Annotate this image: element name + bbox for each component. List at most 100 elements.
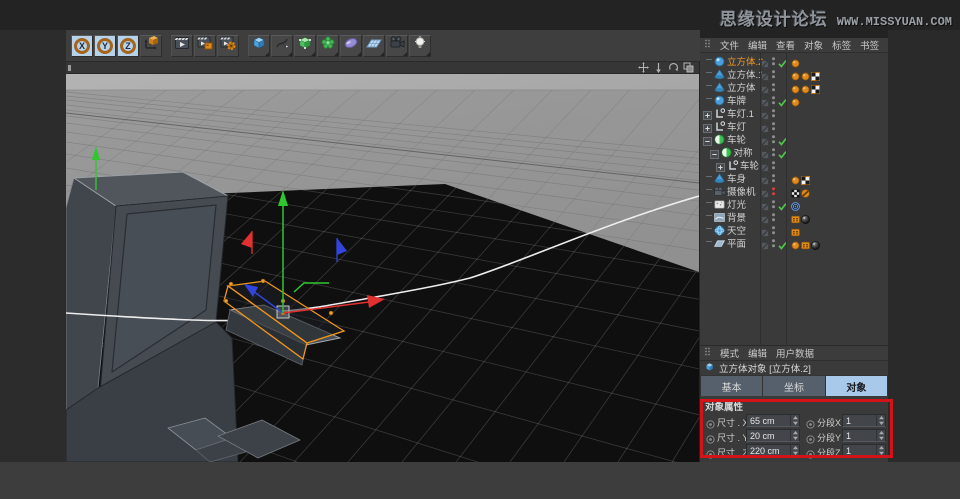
- object-manager: 文件 编辑 查看 对象 标签 书签 立方体.2 立方体.1 立方体 车牌 车灯.1 车灯 车轮 对称 车轮…: [700, 38, 888, 345]
- watermark: 思缘设计论坛 WWW.MISSYUAN.COM: [720, 5, 952, 30]
- menu-item[interactable]: 标签: [832, 38, 851, 52]
- tree-tick: [706, 228, 712, 229]
- tab-object-active[interactable]: 对象: [825, 376, 887, 396]
- add-environment-button[interactable]: [340, 34, 362, 57]
- tab-inactive[interactable]: 基本: [701, 376, 763, 396]
- add-spline-icon: [274, 35, 290, 56]
- grip-icon[interactable]: [704, 347, 711, 359]
- menu-item[interactable]: 对象: [804, 38, 823, 52]
- object-row[interactable]: 灯光: [700, 196, 888, 211]
- compositing-tag-icon[interactable]: [801, 237, 810, 255]
- tree-tick: [706, 72, 712, 73]
- x-axis-lock-icon: X: [74, 37, 90, 54]
- object-row[interactable]: 立方体.1: [700, 66, 888, 81]
- object-row[interactable]: 车牌: [700, 92, 888, 107]
- highlight-annotation: [700, 399, 893, 458]
- plane-object-icon: [713, 236, 726, 254]
- left-panel-strip: [0, 30, 66, 462]
- object-row[interactable]: 平面: [700, 235, 888, 250]
- tab-inactive[interactable]: 坐标: [763, 376, 825, 396]
- add-environment-icon: [343, 35, 359, 56]
- render-to-picture-viewer-icon: [197, 35, 213, 56]
- object-row[interactable]: 立方体: [700, 79, 888, 94]
- add-generator-button[interactable]: [294, 34, 316, 57]
- viewport[interactable]: [66, 62, 699, 462]
- add-cube-icon: [251, 35, 267, 56]
- object-row[interactable]: 车身: [700, 170, 888, 185]
- material-tag-icon[interactable]: [811, 237, 820, 255]
- attribute-tabs: 基本 坐标 对象: [700, 375, 888, 396]
- column-divider: [786, 52, 787, 344]
- cinema4d-window: 思缘设计论坛 WWW.MISSYUAN.COM XYZ 文件 编辑 查看 对象 …: [0, 0, 960, 499]
- object-row[interactable]: 背景: [700, 209, 888, 224]
- add-light-icon: [412, 35, 428, 56]
- add-spline-button[interactable]: [271, 34, 293, 57]
- attribute-title: 立方体对象 [立方体.2]: [719, 364, 811, 375]
- menu-item[interactable]: 查看: [776, 38, 795, 52]
- menu-item[interactable]: 模式: [720, 346, 739, 360]
- object-row[interactable]: 对称: [700, 144, 888, 159]
- dolly-view-control-icon[interactable]: [652, 62, 665, 73]
- object-row[interactable]: 车灯: [700, 118, 888, 133]
- object-list: 立方体.2 立方体.1 立方体 车牌 车灯.1 车灯 车轮 对称 车轮 车身 摄像机 灯光 背景 天空 平面: [700, 53, 888, 250]
- cube-object-icon: [704, 361, 715, 375]
- edit-render-settings-icon: [220, 35, 236, 56]
- layer-box-icon[interactable]: [761, 237, 769, 255]
- add-floor-button[interactable]: [363, 34, 385, 57]
- add-deformer-icon: [320, 35, 336, 56]
- add-camera-icon: [389, 35, 405, 56]
- y-axis-lock-button[interactable]: Y: [94, 34, 116, 57]
- menu-item[interactable]: 用户数据: [776, 346, 814, 360]
- add-camera-button[interactable]: [386, 34, 408, 57]
- tree-tick: [706, 85, 712, 86]
- render-to-picture-viewer-button[interactable]: [194, 34, 216, 57]
- viewport-header: [66, 62, 699, 74]
- menu-item[interactable]: 文件: [720, 38, 739, 52]
- pan-view-control-icon[interactable]: [637, 62, 650, 73]
- tree-tick: [706, 189, 712, 190]
- render-view-button[interactable]: [171, 34, 193, 57]
- object-row[interactable]: 车轮: [700, 157, 888, 172]
- object-row[interactable]: 立方体.2: [700, 53, 888, 68]
- toggle-views-view-control-icon[interactable]: [682, 62, 695, 73]
- attribute-manager-menubar: 模式 编辑 用户数据: [700, 346, 888, 361]
- toolbar: XYZ: [66, 30, 700, 62]
- coordinate-system-button[interactable]: [140, 34, 162, 57]
- object-row[interactable]: 天空: [700, 222, 888, 237]
- object-row[interactable]: 车灯.1: [700, 105, 888, 120]
- edit-render-settings-button[interactable]: [217, 34, 239, 57]
- column-divider: [760, 52, 761, 344]
- add-floor-icon: [366, 35, 382, 56]
- viewport-menu-indicator: [68, 65, 71, 71]
- x-axis-lock-button[interactable]: X: [71, 34, 93, 57]
- watermark-site-name: 思缘设计论坛: [719, 10, 828, 29]
- object-manager-menubar: 文件 编辑 查看 对象 标签 书签: [700, 38, 888, 53]
- menu-item[interactable]: 编辑: [748, 346, 767, 360]
- render-view-icon: [174, 35, 190, 56]
- tree-tick: [706, 59, 712, 60]
- object-row[interactable]: 摄像机: [700, 183, 888, 198]
- tree-tick: [706, 176, 712, 177]
- menu-item[interactable]: 书签: [860, 38, 879, 52]
- coordinate-system-icon: [143, 35, 159, 56]
- attribute-title-row: 立方体对象 [立方体.2]: [700, 361, 888, 375]
- z-axis-lock-icon: Z: [120, 37, 136, 54]
- tree-tick: [706, 202, 712, 203]
- y-axis-lock-icon: Y: [97, 37, 113, 54]
- bottom-strip: [0, 462, 960, 499]
- right-margin-area: [888, 30, 960, 462]
- rotate-view-control-icon[interactable]: [667, 62, 680, 73]
- add-deformer-button[interactable]: [317, 34, 339, 57]
- object-name[interactable]: 平面: [727, 236, 746, 250]
- add-light-button[interactable]: [409, 34, 431, 57]
- tree-tick: [706, 98, 712, 99]
- grip-icon[interactable]: [704, 39, 711, 51]
- z-axis-lock-button[interactable]: Z: [117, 34, 139, 57]
- add-generator-icon: [297, 35, 313, 56]
- object-row[interactable]: 车轮: [700, 131, 888, 146]
- visibility-dots-icon[interactable]: [771, 236, 776, 254]
- add-cube-button[interactable]: [248, 34, 270, 57]
- menu-item[interactable]: 编辑: [748, 38, 767, 52]
- watermark-url: WWW.MISSYUAN.COM: [836, 15, 952, 29]
- phong-tag-icon[interactable]: [791, 237, 800, 255]
